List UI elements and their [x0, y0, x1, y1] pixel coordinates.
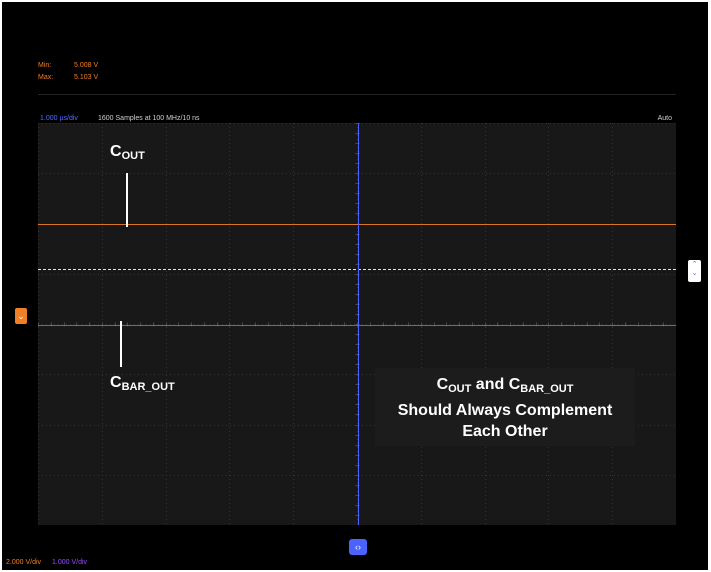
cout-subscript: OUT: [121, 150, 145, 162]
trigger-level-line[interactable]: [38, 269, 676, 270]
complement-note: COUT and CBAR_OUT Should Always Compleme…: [375, 368, 635, 446]
cbar-letter: C: [110, 374, 122, 391]
note-line3: Each Other: [462, 423, 548, 440]
graticule: [38, 123, 676, 525]
cout-annotation: COUT: [110, 143, 145, 162]
max-label: Max:: [38, 74, 54, 81]
scope-frame: Min: 5.008 V Max: 5.103 V 1.000 µs/div 1…: [2, 2, 708, 570]
cout-leader-line: [126, 173, 128, 227]
horizontal-position-handle[interactable]: ‹›: [349, 539, 367, 555]
cout-letter: C: [110, 143, 122, 160]
updown-chevrons-icon: ⌃ ⌄: [691, 261, 698, 277]
note-line1: COUT and CBAR_OUT: [375, 374, 635, 400]
cout-trace: [38, 224, 676, 225]
timebase-readout[interactable]: 1.000 µs/div: [40, 115, 78, 122]
trigger-mode[interactable]: Auto: [658, 115, 672, 122]
note-c1-letter: C: [436, 376, 449, 393]
ch1-offset-marker[interactable]: ⌄: [15, 308, 27, 324]
chevron-down-icon: ⌄: [17, 311, 25, 321]
ch1-scale[interactable]: 2.000 V/div: [6, 559, 41, 566]
leftright-chevrons-icon: ‹›: [355, 542, 361, 552]
max-measurement: Max: 5.103 V: [38, 74, 98, 81]
note-c2-letter: C: [508, 376, 521, 393]
note-c2-subscript: BAR_OUT: [520, 383, 574, 395]
cbar-out-leader-line: [120, 321, 122, 367]
note-and: and: [471, 376, 509, 393]
note-c1-subscript: OUT: [448, 383, 472, 395]
ch2-scale[interactable]: 1.000 V/div: [52, 559, 87, 566]
trigger-level-handle[interactable]: ⌃ ⌄: [688, 260, 701, 282]
cbar-out-trace: [38, 325, 676, 326]
waveform-plot[interactable]: COUT CBAR_OUT COUT and CBAR_OUT Should A…: [38, 123, 676, 525]
header-separator: [38, 94, 676, 95]
min-label: Min:: [38, 62, 52, 69]
cbar-subscript: BAR_OUT: [121, 381, 175, 393]
cbar-out-annotation: CBAR_OUT: [110, 374, 175, 393]
time-cursor[interactable]: [358, 123, 359, 525]
note-line2: Should Always Complement: [397, 402, 613, 419]
min-measurement: Min: 5.008 V: [38, 62, 98, 69]
sample-rate-readout: 1600 Samples at 100 MHz/10 ns: [98, 115, 200, 122]
max-value: 5.103 V: [74, 74, 99, 81]
min-value: 5.008 V: [74, 62, 99, 69]
